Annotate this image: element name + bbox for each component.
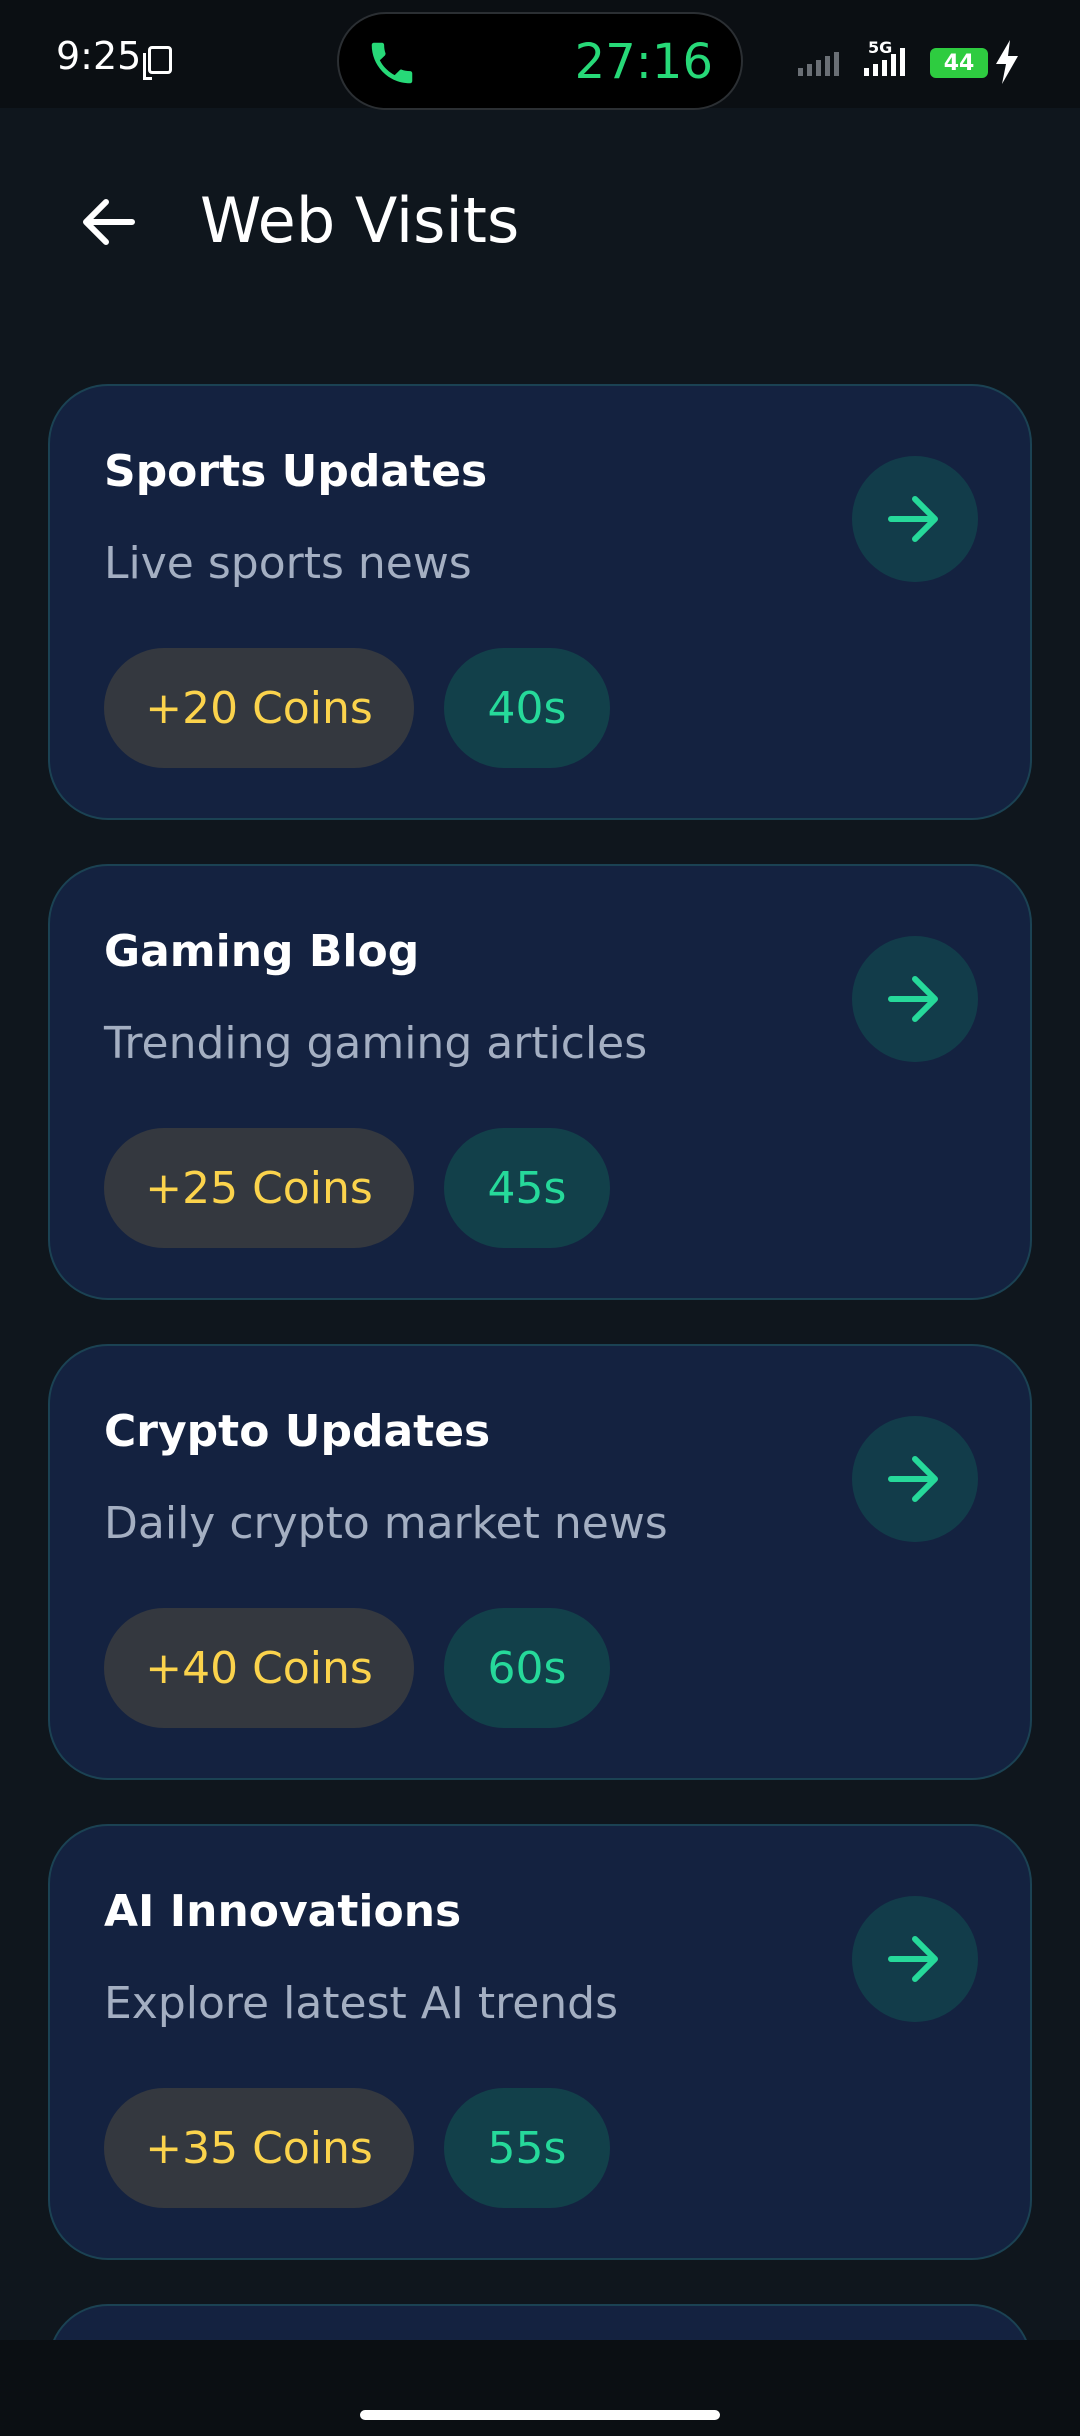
open-visit-button[interactable] [852,1416,978,1542]
arrow-right-icon [888,976,938,1022]
visit-card-gaming-blog[interactable]: Gaming Blog Trending gaming articles +25… [48,864,1032,1300]
duration-chip: 60s [444,1608,610,1728]
visit-card-sports-updates[interactable]: Sports Updates Live sports news +20 Coin… [48,384,1032,820]
card-title: Sports Updates [104,446,488,497]
coins-reward-chip: +35 Coins [104,2088,414,2208]
card-title: AI Innovations [104,1886,462,1937]
coins-reward-chip: +20 Coins [104,648,414,768]
arrow-right-icon [888,1936,938,1982]
arrow-right-icon [888,496,938,542]
signal-icon [798,52,839,76]
coins-reward-chip: +25 Coins [104,1128,414,1248]
phone-icon [371,42,413,84]
open-visit-button[interactable] [852,936,978,1062]
ongoing-call-pill[interactable]: 27:16 [337,12,743,110]
card-subtitle: Explore latest AI trends [104,1978,619,2029]
open-visit-button[interactable] [852,1896,978,2022]
charging-icon [996,40,1018,84]
home-indicator[interactable] [360,2410,720,2420]
visit-card-ai-innovations[interactable]: AI Innovations Explore latest AI trends … [48,1824,1032,2260]
status-bar: 9:25 27:16 5G 44 [0,0,1080,110]
card-title: Gaming Blog [104,926,420,977]
card-subtitle: Trending gaming articles [104,1018,648,1069]
page-title: Web Visits [200,184,520,257]
arrow-right-icon [888,1456,938,1502]
duration-chip: 45s [444,1128,610,1248]
call-timer: 27:16 [574,34,713,90]
coins-reward-chip: +40 Coins [104,1608,414,1728]
open-visit-button[interactable] [852,456,978,582]
visit-card-crypto-updates[interactable]: Crypto Updates Daily crypto market news … [48,1344,1032,1780]
battery-indicator: 44 [930,48,988,78]
navigation-bar [0,2340,1080,2436]
card-subtitle: Daily crypto market news [104,1498,668,1549]
app-bar: Web Visits [0,108,1080,338]
signal-strength-icon [864,48,905,76]
screenshot-icon [143,46,172,80]
duration-chip: 55s [444,2088,610,2208]
status-time: 9:25 [56,34,142,78]
arrow-left-icon [83,199,135,245]
card-subtitle: Live sports news [104,538,472,589]
back-button[interactable] [70,184,146,260]
card-title: Crypto Updates [104,1406,491,1457]
duration-chip: 40s [444,648,610,768]
